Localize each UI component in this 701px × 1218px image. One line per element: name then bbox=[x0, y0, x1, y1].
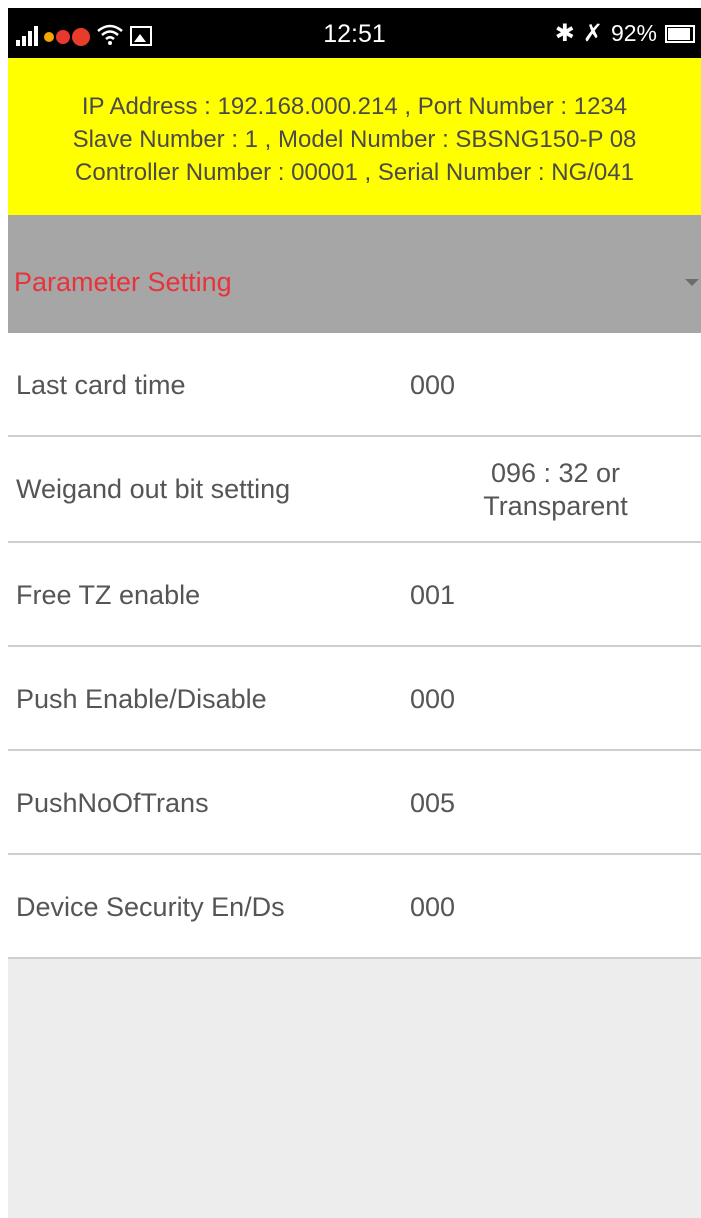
parameter-row-free-tz-enable[interactable]: Free TZ enable 001 bbox=[8, 543, 701, 647]
parameter-label: Push Enable/Disable bbox=[16, 684, 267, 714]
battery-percent: 92% bbox=[610, 20, 657, 46]
parameter-row-push-enable[interactable]: Push Enable/Disable 000 bbox=[8, 647, 701, 751]
app-screen: 12:51 ✱ ✗ 92% IP Address : 192.168.000.2… bbox=[8, 8, 701, 1218]
device-info-line-serial: Controller Number : 00001 , Serial Numbe… bbox=[75, 159, 634, 186]
status-bar: 12:51 ✱ ✗ 92% bbox=[8, 8, 701, 58]
parameter-list: Last card time 000 Weigand out bit setti… bbox=[8, 333, 701, 959]
parameter-label: Weigand out bit setting bbox=[16, 474, 291, 504]
parameter-label: Last card time bbox=[16, 370, 186, 400]
parameter-value: 001 bbox=[410, 580, 456, 610]
parameter-value: 000 bbox=[410, 892, 456, 922]
bluetooth-icon: ✱ bbox=[554, 19, 575, 47]
parameter-value: 000 bbox=[410, 370, 456, 400]
parameter-label: PushNoOfTrans bbox=[16, 788, 209, 818]
device-info-line-model: Slave Number : 1 , Model Number : SBSNG1… bbox=[72, 126, 637, 153]
device-info-line-ip: IP Address : 192.168.000.214 , Port Numb… bbox=[81, 93, 628, 120]
dropdown-caret-icon bbox=[685, 279, 699, 286]
parameter-row-push-no-of-trans[interactable]: PushNoOfTrans 005 bbox=[8, 751, 701, 855]
parameter-value: 005 bbox=[410, 788, 456, 818]
parameter-label: Free TZ enable bbox=[16, 580, 201, 610]
parameter-value: 000 bbox=[410, 684, 456, 714]
device-info-banner: IP Address : 192.168.000.214 , Port Numb… bbox=[8, 58, 701, 215]
mute-icon: ✗ bbox=[582, 19, 603, 47]
parameter-label: Device Security En/Ds bbox=[16, 892, 285, 922]
parameter-value: 096 : 32 or Transparent bbox=[483, 458, 628, 521]
parameter-row-weigand-out-bit[interactable]: Weigand out bit setting 096 : 32 or Tran… bbox=[8, 437, 701, 543]
parameter-setting-dropdown[interactable]: Parameter Setting bbox=[8, 215, 701, 333]
parameter-row-last-card-time[interactable]: Last card time 000 bbox=[8, 333, 701, 437]
status-right-icons: ✱ ✗ 92% bbox=[555, 20, 695, 47]
section-title: Parameter Setting bbox=[14, 267, 232, 297]
parameter-row-device-security[interactable]: Device Security En/Ds 000 bbox=[8, 855, 701, 959]
battery-icon bbox=[665, 24, 695, 43]
